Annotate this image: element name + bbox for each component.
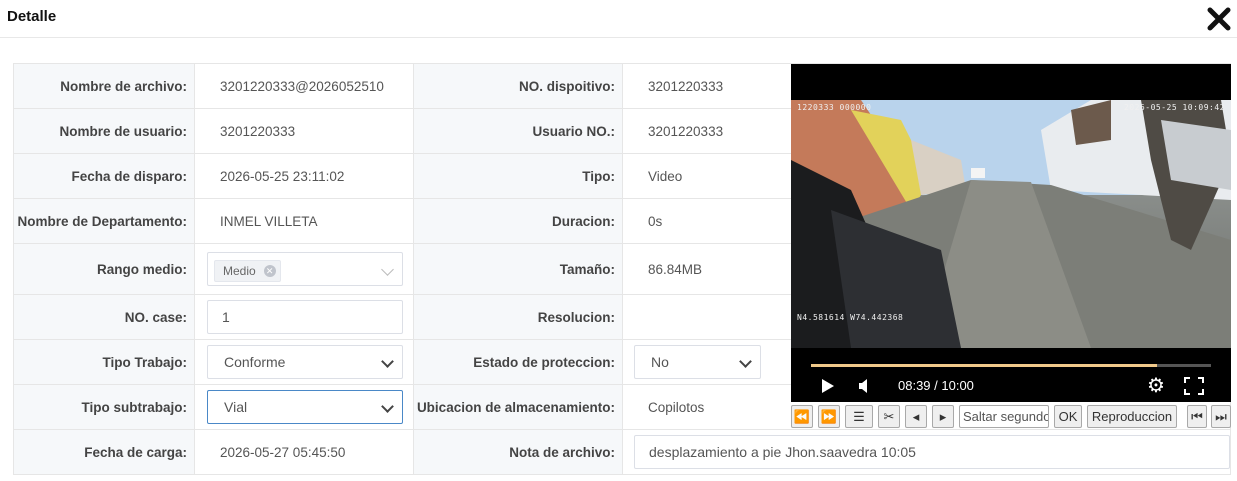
rewind-icon[interactable]: ⏪ — [791, 405, 813, 428]
chevron-down-icon — [381, 355, 394, 368]
subwork-label: Tipo subtrabajo: — [13, 384, 195, 430]
skip-start-icon[interactable]: ⏮ — [1187, 405, 1207, 428]
scissors-icon[interactable]: ✂ — [878, 405, 900, 428]
user-name-label: Nombre de usuario: — [13, 108, 195, 154]
skip-end-icon[interactable]: ⏭ — [1211, 405, 1231, 428]
user-name-value: 3201220333 — [194, 108, 414, 154]
user-no-label: Usuario NO.: — [413, 108, 623, 154]
case-input[interactable]: 1 — [207, 300, 403, 334]
ok-button[interactable]: OK — [1054, 405, 1082, 428]
osd-id: 1220333 000000 — [797, 103, 872, 112]
prev-frame-icon[interactable]: ◂ — [905, 405, 927, 428]
gear-icon[interactable]: ⚙ — [1147, 376, 1165, 396]
volume-icon[interactable] — [857, 378, 871, 394]
subwork-select[interactable]: Vial — [207, 390, 403, 424]
video-toolbar: ⏪ ⏩ ☰ ✂ ◂ ▸ Saltar segundos OK Reproducc… — [791, 404, 1231, 430]
note-label: Nota de archivo: — [413, 429, 623, 475]
type-label: Tipo: — [413, 153, 623, 199]
video-progress-fill — [811, 364, 1157, 367]
protection-label: Estado de proteccion: — [413, 339, 623, 385]
case-label: NO. case: — [13, 294, 195, 340]
protection-select[interactable]: No — [634, 345, 761, 379]
trigger-date-label: Fecha de disparo: — [13, 153, 195, 199]
video-scene — [791, 100, 1231, 348]
dialog-header: Detalle — [0, 0, 1237, 38]
list-icon[interactable]: ☰ — [845, 405, 873, 428]
range-label: Rango medio: — [13, 243, 195, 295]
size-label: Tamaño: — [413, 243, 623, 295]
trigger-date-value: 2026-05-25 23:11:02 — [194, 153, 414, 199]
play-icon[interactable] — [821, 378, 835, 394]
osd-gps: N4.581614 W74.442368 — [797, 313, 904, 322]
video-frame[interactable]: 1220333 000000 2026-05-25 10:09:42 N4.58… — [791, 100, 1231, 348]
work-type-select[interactable]: Conforme — [207, 345, 403, 379]
chevron-down-icon — [381, 400, 394, 413]
osd-timestamp: 2026-05-25 10:09:42 — [1123, 103, 1225, 112]
note-input[interactable]: desplazamiento a pie Jhon.saavedra 10:05 — [634, 435, 1230, 469]
file-name-value: 3201220333@2026052510 — [194, 63, 414, 109]
work-type-label: Tipo Trabajo: — [13, 339, 195, 385]
dialog-title: Detalle — [7, 8, 57, 25]
chevron-down-icon — [739, 355, 752, 368]
file-name-label: Nombre de archivo: — [13, 63, 195, 109]
range-tag-label: Medio — [223, 264, 256, 278]
chevron-down-icon — [381, 263, 394, 276]
duration-label: Duracion: — [413, 198, 623, 244]
playback-button[interactable]: Reproduccion — [1087, 405, 1177, 428]
upload-date-value: 2026-05-27 05:45:50 — [194, 429, 414, 475]
fast-forward-icon[interactable]: ⏩ — [818, 405, 840, 428]
video-progress-bar[interactable] — [811, 364, 1211, 367]
skip-seconds-input[interactable]: Saltar segundos — [959, 405, 1049, 428]
close-icon[interactable] — [1206, 6, 1232, 32]
department-value: INMEL VILLETA — [194, 198, 414, 244]
fullscreen-icon[interactable] — [1184, 377, 1204, 395]
department-label: Nombre de Departamento: — [13, 198, 195, 244]
device-label: NO. dispoitivo: — [413, 63, 623, 109]
upload-date-label: Fecha de carga: — [13, 429, 195, 475]
tag-remove-icon[interactable]: ✕ — [263, 265, 276, 277]
range-tag: Medio ✕ — [214, 260, 281, 282]
video-player[interactable]: 1220333 000000 2026-05-25 10:09:42 N4.58… — [791, 64, 1231, 402]
storage-label: Ubicacion de almacenamiento: — [413, 384, 623, 430]
resolution-label: Resolucion: — [413, 294, 623, 340]
video-time: 08:39 / 10:00 — [898, 378, 974, 393]
work-type-value: Conforme — [224, 354, 286, 370]
protection-value: No — [651, 354, 669, 370]
range-multiselect[interactable]: Medio ✕ — [207, 252, 403, 286]
next-frame-icon[interactable]: ▸ — [932, 405, 954, 428]
subwork-value: Vial — [224, 399, 248, 415]
